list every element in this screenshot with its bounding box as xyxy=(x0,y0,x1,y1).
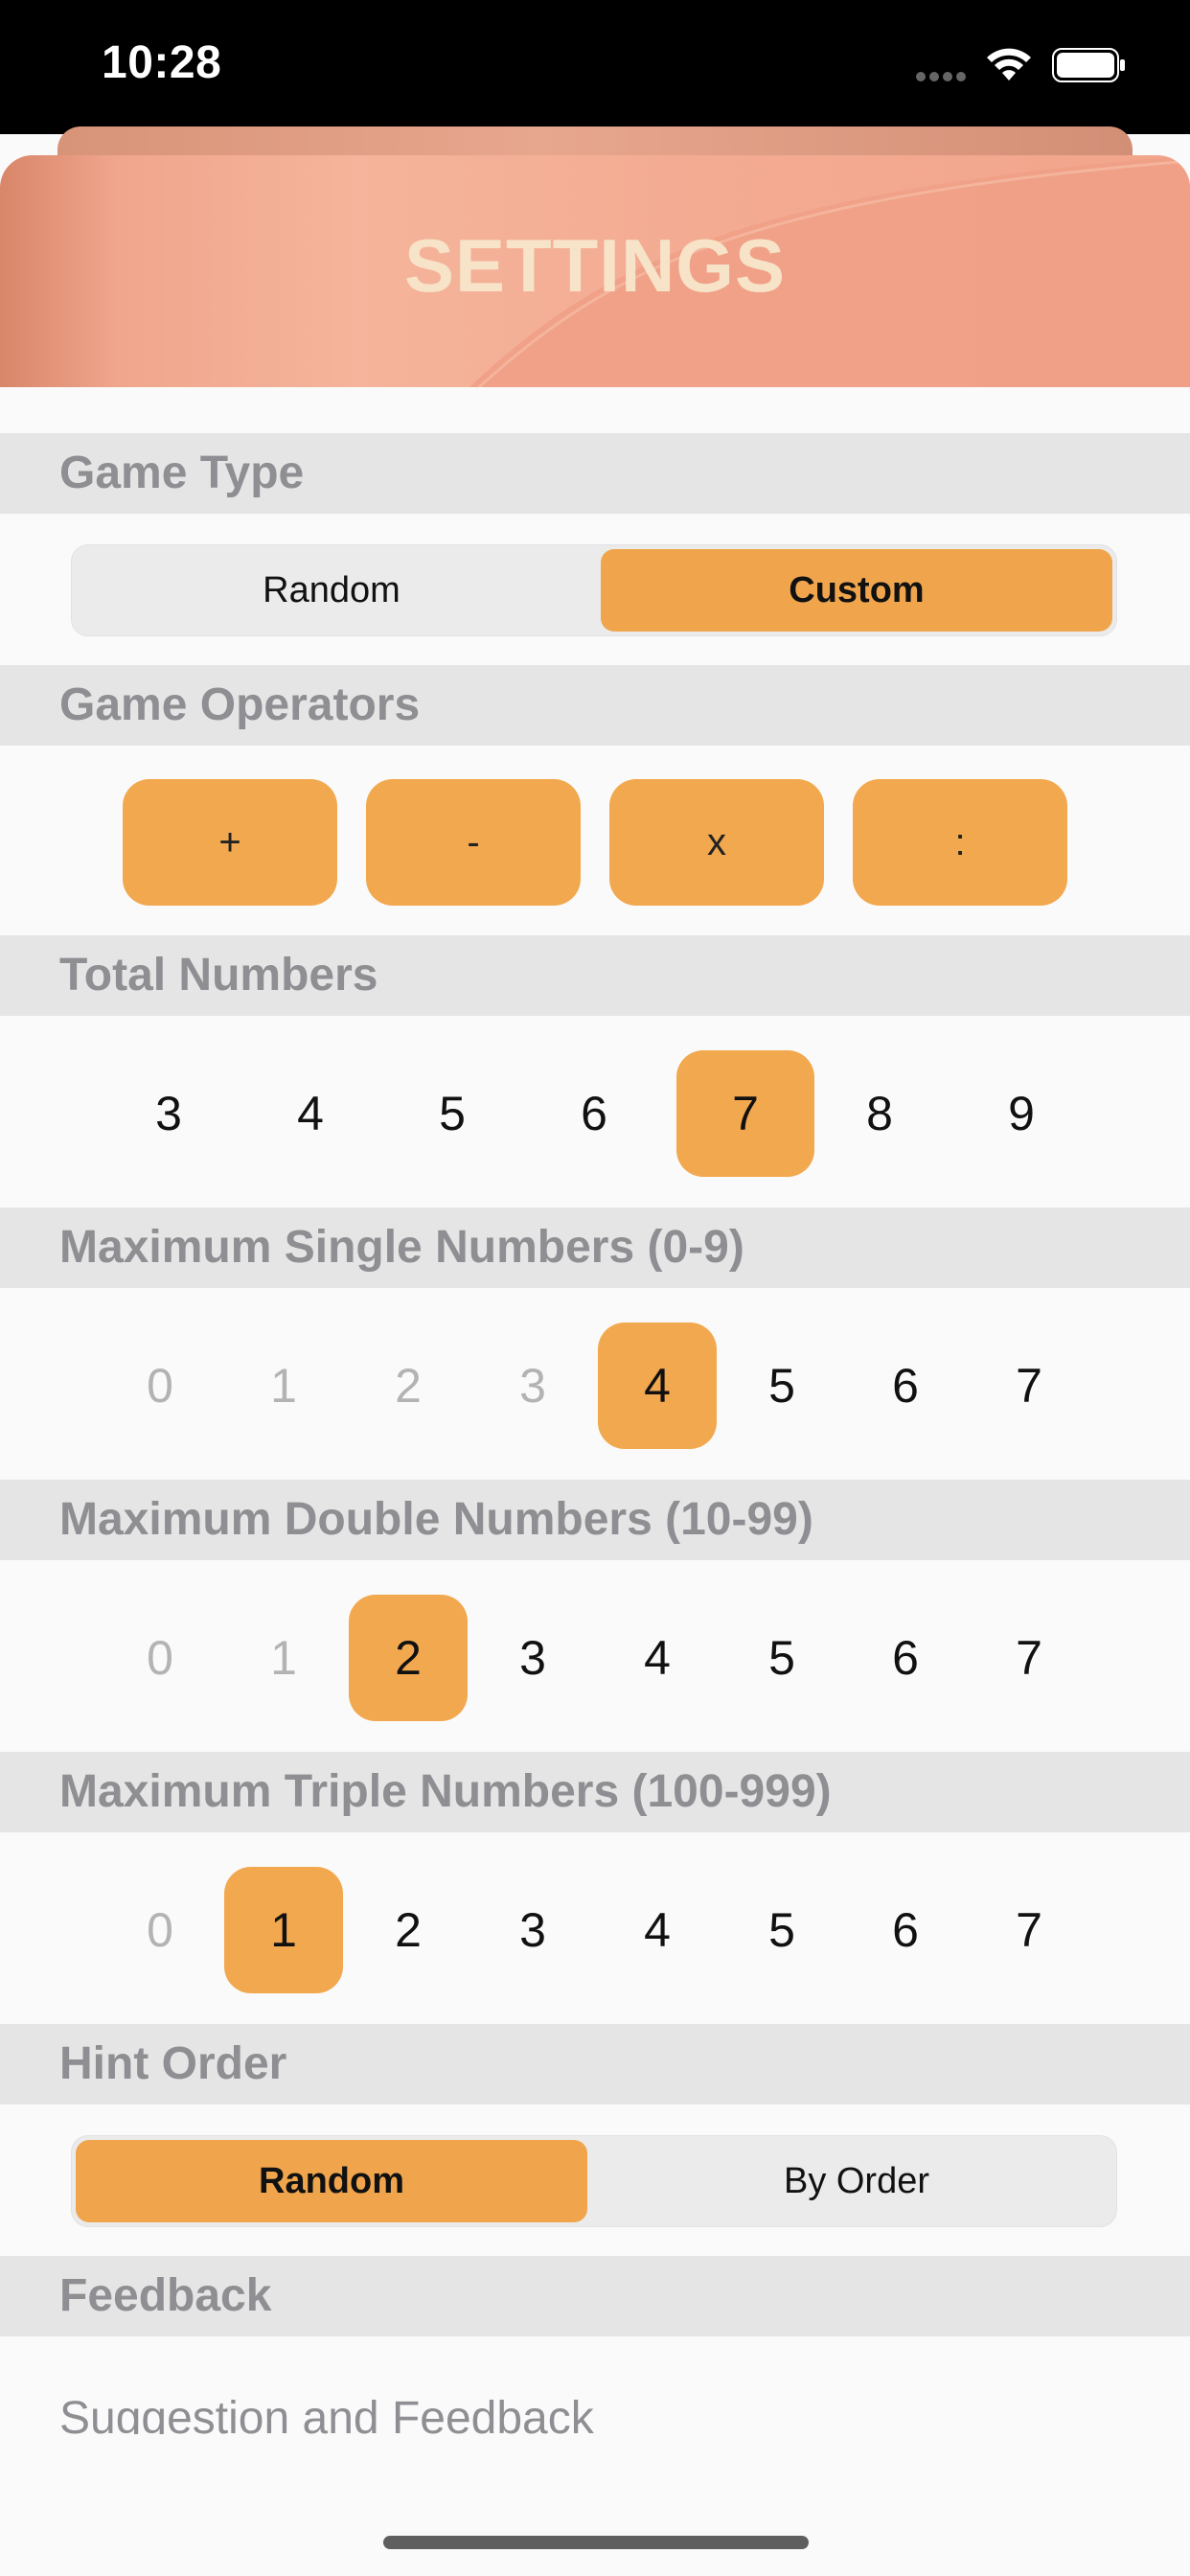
section-header-max-single: Maximum Single Numbers (0-9) xyxy=(0,1208,1190,1288)
suggestion-feedback-row[interactable]: Suggestion and Feedback xyxy=(59,2390,594,2434)
section-label: Feedback xyxy=(59,2270,272,2321)
hint-order-by-order-option[interactable]: By Order xyxy=(601,2140,1112,2222)
section-label: Total Numbers xyxy=(59,950,378,1000)
battery-icon xyxy=(1052,48,1125,82)
status-time: 10:28 xyxy=(102,37,222,88)
max-double-option[interactable]: 0 xyxy=(101,1595,219,1721)
operator-divide-button[interactable]: : xyxy=(853,779,1067,906)
page-title: SETTINGS xyxy=(403,223,787,308)
max-triple-option[interactable]: 4 xyxy=(598,1867,717,1993)
max-single-option-selected[interactable]: 4 xyxy=(598,1322,717,1449)
section-max-triple: 0 1 2 3 4 5 6 7 xyxy=(0,1832,1190,2024)
section-header-max-triple: Maximum Triple Numbers (100-999) xyxy=(0,1752,1190,1832)
max-triple-option[interactable]: 2 xyxy=(349,1867,468,1993)
section-header-feedback: Feedback xyxy=(0,2256,1190,2336)
section-max-double: 0 1 2 3 4 5 6 7 xyxy=(0,1560,1190,1752)
wifi-icon xyxy=(987,48,1031,80)
section-label: Hint Order xyxy=(59,2038,287,2089)
max-triple-option[interactable]: 3 xyxy=(473,1867,592,1993)
section-total-numbers: 3 4 5 6 7 8 9 xyxy=(0,1016,1190,1208)
total-numbers-option[interactable]: 8 xyxy=(820,1050,939,1177)
max-single-option[interactable]: 0 xyxy=(101,1322,219,1449)
max-single-option[interactable]: 5 xyxy=(722,1322,841,1449)
section-label: Maximum Triple Numbers (100-999) xyxy=(59,1766,832,1817)
section-hint-order: Random By Order xyxy=(0,2104,1190,2256)
max-triple-option[interactable]: 0 xyxy=(101,1867,219,1993)
max-single-option[interactable]: 3 xyxy=(473,1322,592,1449)
game-type-segmented-control: Random Custom xyxy=(71,544,1117,636)
section-label: Game Type xyxy=(59,448,305,498)
max-double-option[interactable]: 5 xyxy=(722,1595,841,1721)
total-numbers-option[interactable]: 3 xyxy=(109,1050,228,1177)
section-game-type: Random Custom xyxy=(0,514,1190,665)
total-numbers-option[interactable]: 5 xyxy=(393,1050,512,1177)
total-numbers-option[interactable]: 9 xyxy=(962,1050,1081,1177)
home-indicator[interactable] xyxy=(383,2536,809,2549)
status-bar: 10:28 xyxy=(0,0,1190,134)
total-numbers-option[interactable]: 6 xyxy=(535,1050,653,1177)
max-double-option-selected[interactable]: 2 xyxy=(349,1595,468,1721)
max-single-option[interactable]: 1 xyxy=(224,1322,343,1449)
max-triple-option[interactable]: 7 xyxy=(970,1867,1088,1993)
total-numbers-option[interactable]: 4 xyxy=(251,1050,370,1177)
section-header-hint-order: Hint Order xyxy=(0,2024,1190,2104)
max-triple-option[interactable]: 6 xyxy=(846,1867,965,1993)
max-double-option[interactable]: 1 xyxy=(224,1595,343,1721)
section-label: Maximum Single Numbers (0-9) xyxy=(59,1222,744,1273)
hint-order-segmented-control: Random By Order xyxy=(71,2135,1117,2227)
section-max-single: 0 1 2 3 4 5 6 7 xyxy=(0,1288,1190,1480)
max-double-option[interactable]: 3 xyxy=(473,1595,592,1721)
operator-multiply-button[interactable]: x xyxy=(609,779,824,906)
total-numbers-option-selected[interactable]: 7 xyxy=(676,1050,814,1177)
operator-plus-button[interactable]: + xyxy=(123,779,337,906)
max-single-option[interactable]: 2 xyxy=(349,1322,468,1449)
max-double-option[interactable]: 4 xyxy=(598,1595,717,1721)
settings-header: SETTINGS xyxy=(0,155,1190,387)
section-label: Maximum Double Numbers (10-99) xyxy=(59,1494,813,1545)
section-game-operators: + - x : xyxy=(0,746,1190,935)
max-single-option[interactable]: 7 xyxy=(970,1322,1088,1449)
hint-order-random-option[interactable]: Random xyxy=(76,2140,587,2222)
section-header-game-operators: Game Operators xyxy=(0,665,1190,746)
max-triple-option-selected[interactable]: 1 xyxy=(224,1867,343,1993)
max-single-option[interactable]: 6 xyxy=(846,1322,965,1449)
section-header-max-double: Maximum Double Numbers (10-99) xyxy=(0,1480,1190,1560)
max-double-option[interactable]: 7 xyxy=(970,1595,1088,1721)
operator-minus-button[interactable]: - xyxy=(366,779,581,906)
section-label: Game Operators xyxy=(59,679,421,730)
game-type-random-option[interactable]: Random xyxy=(76,549,587,632)
max-double-option[interactable]: 6 xyxy=(846,1595,965,1721)
cellular-signal-icon xyxy=(916,72,966,81)
section-header-total-numbers: Total Numbers xyxy=(0,935,1190,1016)
max-triple-option[interactable]: 5 xyxy=(722,1867,841,1993)
section-header-game-type: Game Type xyxy=(0,433,1190,514)
game-type-custom-option[interactable]: Custom xyxy=(601,549,1112,632)
